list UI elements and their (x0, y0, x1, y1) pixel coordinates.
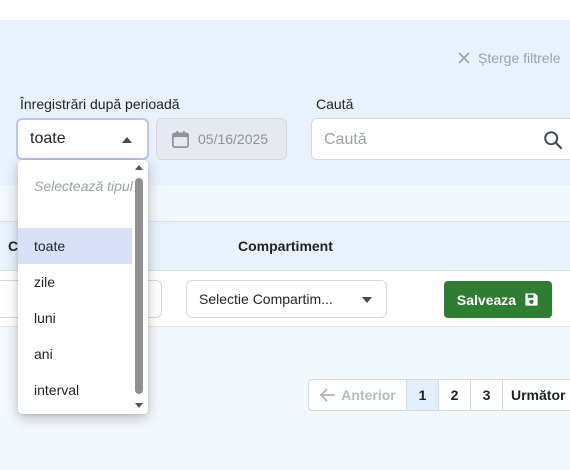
search-field (311, 118, 570, 160)
dropdown-option[interactable]: toate (18, 228, 132, 264)
top-band (0, 0, 570, 20)
close-icon (458, 52, 470, 64)
dropdown-header: Selectează tipul (34, 178, 133, 194)
save-icon (525, 293, 538, 306)
scroll-up-icon[interactable] (135, 165, 143, 170)
chevron-down-icon (362, 297, 372, 303)
scrollbar-thumb[interactable] (135, 178, 143, 394)
compartment-select-value: Selectie Compartim... (199, 291, 333, 307)
column-header-first: C (8, 238, 19, 254)
chevron-up-icon (122, 137, 132, 143)
search-input[interactable] (324, 129, 524, 151)
dropdown-option[interactable]: interval (18, 372, 132, 408)
compartment-select[interactable]: Selectie Compartim... (186, 280, 387, 318)
calendar-icon (172, 130, 189, 148)
save-button[interactable]: Salveaza (444, 281, 552, 318)
save-button-label: Salveaza (456, 291, 517, 308)
previous-page-button[interactable]: Anterior (309, 380, 406, 410)
search-icon[interactable] (543, 130, 563, 150)
period-type-dropdown: Selectează tipul toate zile luni ani int… (18, 160, 148, 414)
date-value: 05/16/2025 (198, 131, 269, 147)
arrow-left-icon (320, 388, 336, 402)
period-label: Înregistrări după perioadă (20, 96, 180, 112)
dropdown-option[interactable]: ani (18, 336, 132, 372)
scroll-down-icon[interactable] (135, 403, 143, 408)
clear-filters-label: Șterge filtrele (478, 50, 561, 66)
next-page-button[interactable]: Următor (502, 380, 570, 410)
pagination: Anterior 1 2 3 Următor (308, 379, 570, 411)
page-3-button[interactable]: 3 (470, 380, 502, 410)
search-label: Caută (316, 96, 354, 112)
page-1-button[interactable]: 1 (406, 380, 438, 410)
page-2-button[interactable]: 2 (438, 380, 470, 410)
dropdown-option[interactable]: zile (18, 264, 132, 300)
date-field: 05/16/2025 (156, 118, 287, 160)
previous-page-label: Anterior (341, 387, 396, 403)
dropdown-option[interactable]: luni (18, 300, 132, 336)
clear-filters-button[interactable]: Șterge filtrele (458, 50, 560, 66)
period-type-value: toate (30, 130, 66, 147)
column-header-compartment: Compartiment (238, 238, 333, 254)
period-type-select[interactable]: toate (16, 118, 149, 160)
